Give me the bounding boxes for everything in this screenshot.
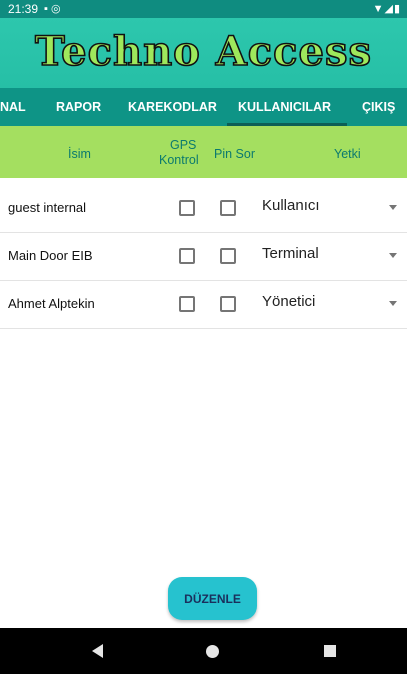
role-select[interactable]: Terminal: [262, 245, 319, 262]
tab-kullanicilar[interactable]: KULLANICILAR: [238, 100, 331, 114]
col-role: Yetki: [334, 147, 361, 161]
col-pin: Pin Sor: [214, 147, 255, 161]
chevron-down-icon[interactable]: [389, 253, 397, 258]
tab-cikis[interactable]: ÇIKIŞ: [362, 100, 395, 114]
col-gps-line2: Kontrol: [159, 153, 199, 167]
gps-checkbox[interactable]: [179, 296, 195, 312]
user-name: guest internal: [8, 200, 87, 215]
table-row: Ahmet Alptekin Yönetici: [0, 281, 407, 329]
wifi-icon: ▼: [372, 3, 385, 15]
chevron-down-icon[interactable]: [389, 301, 397, 306]
table-row: Main Door EIB Terminal: [0, 233, 407, 281]
col-gps-line1: GPS: [170, 138, 197, 152]
user-name: Main Door EIB: [8, 248, 93, 263]
tab-nal[interactable]: NAL: [0, 100, 26, 114]
gps-checkbox[interactable]: [179, 200, 195, 216]
home-icon[interactable]: [206, 645, 219, 658]
app-header: Techno Access: [0, 18, 407, 88]
user-name: Ahmet Alptekin: [8, 296, 95, 311]
navigation-bar: [0, 628, 407, 674]
role-select[interactable]: Kullanıcı: [262, 197, 320, 214]
recent-apps-icon[interactable]: [324, 645, 336, 657]
sync-icon: ◎: [50, 3, 61, 15]
col-name: İsim: [68, 147, 91, 161]
signal-icon: ◢: [384, 3, 394, 15]
app-logo: Techno Access: [34, 27, 372, 76]
role-select[interactable]: Yönetici: [262, 293, 315, 310]
sd-card-icon: ▪: [44, 3, 48, 15]
tab-bar: NAL RAPOR KAREKODLAR KULLANICILAR ÇIKIŞ: [0, 88, 407, 126]
tab-karekodlar[interactable]: KAREKODLAR: [128, 100, 217, 114]
pin-checkbox[interactable]: [220, 200, 236, 216]
column-header: İsim GPS Kontrol Pin Sor Yetki: [0, 126, 407, 178]
battery-icon: ▮: [393, 3, 401, 15]
status-bar: 21:39 ▪ ◎ ▼◢▮: [0, 0, 407, 18]
tab-rapor[interactable]: RAPOR: [56, 100, 101, 114]
gps-checkbox[interactable]: [179, 248, 195, 264]
pin-checkbox[interactable]: [220, 248, 236, 264]
edit-button[interactable]: DÜZENLE: [168, 577, 257, 620]
chevron-down-icon[interactable]: [389, 205, 397, 210]
pin-checkbox[interactable]: [220, 296, 236, 312]
table-row: guest internal Kullanıcı: [0, 185, 407, 233]
back-icon[interactable]: [92, 644, 103, 658]
status-time: 21:39: [8, 2, 39, 16]
